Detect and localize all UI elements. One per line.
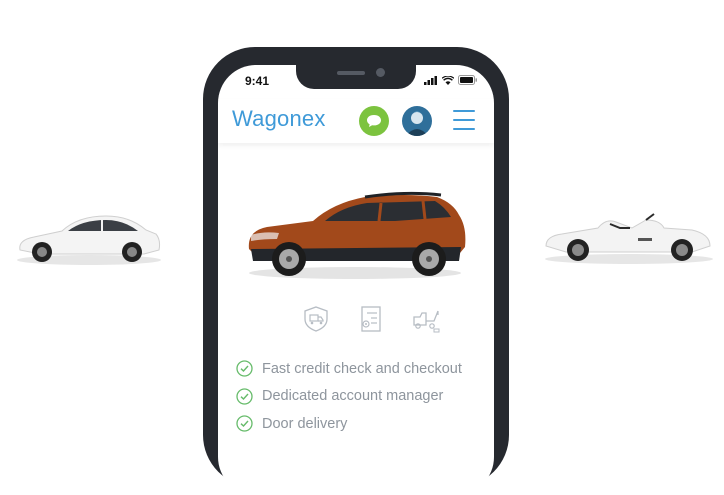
white-convertible-image	[545, 213, 713, 264]
phone-screen: 9:41 Wagonex Fast credit check and check…	[218, 65, 494, 495]
user-avatar[interactable]	[402, 106, 432, 136]
phone-mockup: 9:41 Wagonex Fast credit check and check…	[203, 47, 509, 495]
menu-line	[453, 110, 475, 112]
check-circle-icon	[236, 415, 253, 432]
speaker-grille	[337, 71, 365, 75]
status-time: 9:41	[245, 74, 270, 88]
wagonex-logo[interactable]: Wagonex	[232, 106, 326, 132]
feature-item: Door delivery	[236, 410, 462, 438]
feature-icon-row	[302, 305, 452, 335]
tow-truck-icon	[413, 310, 440, 333]
feature-text: Fast credit check and checkout	[262, 360, 462, 377]
status-icons	[424, 75, 478, 85]
feature-text: Door delivery	[262, 415, 348, 432]
white-sedan-image	[17, 215, 161, 265]
phone-notch	[296, 65, 416, 89]
battery-icon	[458, 75, 477, 85]
feature-list: Fast credit check and checkout Dedicated…	[236, 355, 462, 438]
feature-item: Fast credit check and checkout	[236, 355, 462, 383]
hamburger-menu-button[interactable]	[453, 110, 475, 130]
feature-item: Dedicated account manager	[236, 383, 462, 411]
app-header: Wagonex	[218, 99, 494, 143]
truck-shield-icon	[304, 306, 328, 332]
menu-line	[453, 128, 475, 130]
avatar-image	[402, 106, 432, 136]
orange-suv-image	[248, 191, 466, 279]
chat-button[interactable]	[359, 106, 389, 136]
check-circle-icon	[236, 388, 253, 405]
document-gear-icon	[361, 306, 381, 332]
front-camera	[376, 68, 385, 77]
signal-icon	[424, 75, 437, 85]
wifi-icon	[442, 75, 454, 85]
feature-text: Dedicated account manager	[262, 388, 444, 405]
check-circle-icon	[236, 360, 253, 377]
chat-bubble-icon	[367, 115, 381, 127]
menu-line	[453, 119, 475, 121]
